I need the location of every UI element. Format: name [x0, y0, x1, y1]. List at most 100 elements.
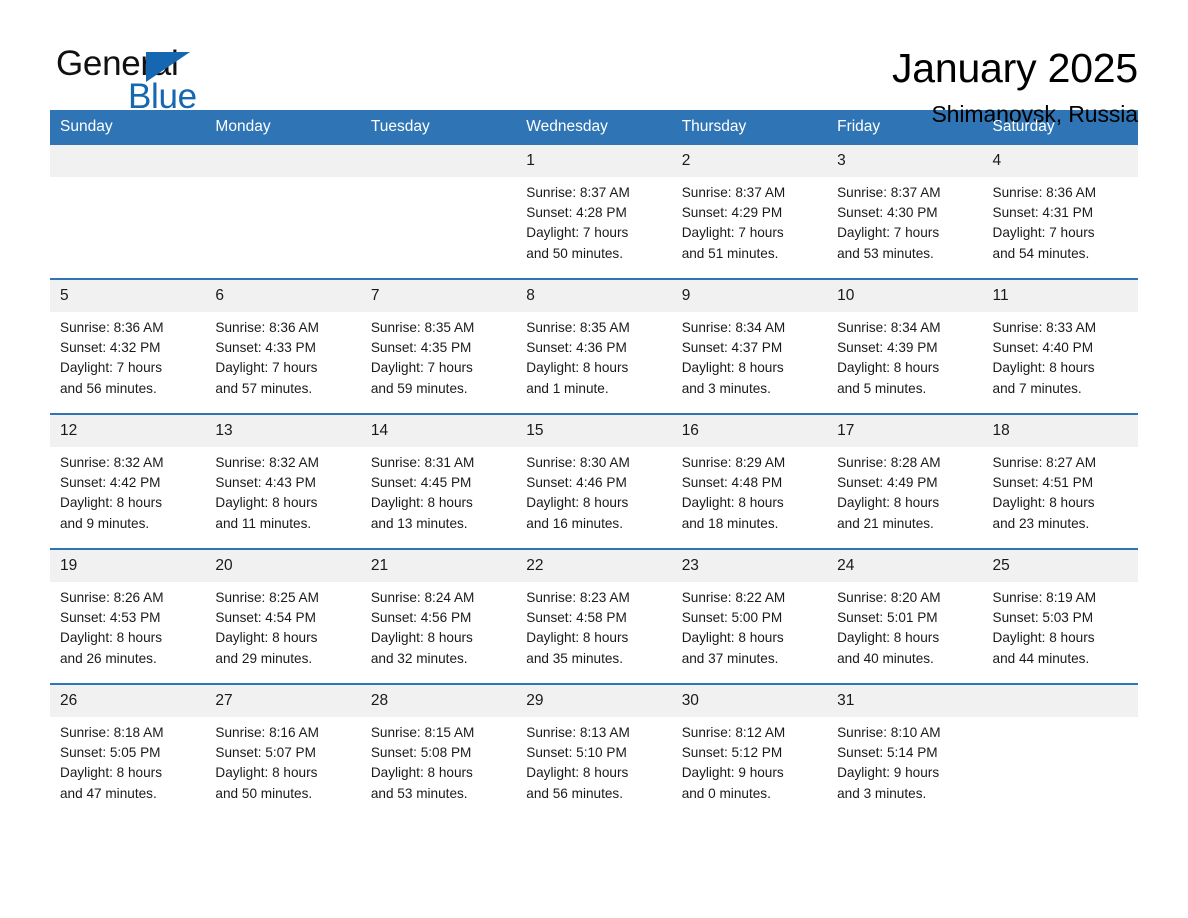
sunset-text: Sunset: 4:56 PM: [370, 610, 472, 626]
calendar-day-cell[interactable]: 6 Sunrise: 8:36 AM Sunset: 4:33 PM Daylight…: [205, 278, 361, 414]
day-number: 29: [516, 685, 672, 717]
calendar-week-row: 1 Sunrise: 8:37 AM Sunset: 4:28 PM Daylight…: [50, 145, 1138, 279]
daylight-text: Daylight: 9 hours: [837, 765, 940, 781]
day-details: Sunrise: 8:36 AM Sunset: 4:31 PM Daylight:…: [983, 177, 1138, 264]
calendar-day-cell[interactable]: 12 Sunrise: 8:32 AM Sunset: 4:42 PM Dayligh…: [50, 413, 206, 549]
daylight-text: Daylight: 7 hours: [370, 360, 473, 376]
daylight-text: Daylight: 8 hours: [526, 765, 629, 781]
day-details: Sunrise: 8:13 AM Sunset: 5:10 PM Daylight:…: [516, 717, 671, 804]
sunset-text: Sunset: 4:49 PM: [837, 475, 938, 491]
daylight-text: Daylight: 8 hours: [526, 630, 629, 646]
calendar-day-cell[interactable]: 22 Sunrise: 8:23 AM Sunset: 4:58 PM Dayligh…: [516, 548, 672, 684]
calendar-day-cell[interactable]: 30 Sunrise: 8:12 AM Sunset: 5:12 PM Dayligh…: [671, 683, 828, 818]
sunset-text: Sunset: 4:58 PM: [526, 610, 627, 626]
calendar-day-cell[interactable]: 24 Sunrise: 8:20 AM Sunset: 5:01 PM Dayligh…: [827, 548, 983, 684]
sunset-text: Sunset: 4:28 PM: [526, 205, 627, 221]
daylight-text: Daylight: 8 hours: [681, 630, 784, 646]
calendar-week-row: 26 Sunrise: 8:18 AM Sunset: 5:05 PM Dayligh…: [50, 683, 1138, 818]
calendar-day-cell[interactable]: 31 Sunrise: 8:10 AM Sunset: 5:14 PM Dayligh…: [827, 683, 983, 818]
day-details: Sunrise: 8:36 AM Sunset: 4:33 PM Daylight:…: [205, 312, 360, 399]
calendar-day-cell[interactable]: 1 Sunrise: 8:37 AM Sunset: 4:28 PM Daylight…: [516, 145, 672, 279]
calendar-day-cell[interactable]: 16 Sunrise: 8:29 AM Sunset: 4:48 PM Dayligh…: [671, 413, 828, 549]
sunset-text: Sunset: 4:43 PM: [215, 475, 316, 491]
daylight-text: and 21 minutes.: [837, 515, 934, 531]
calendar-day-cell[interactable]: 3 Sunrise: 8:37 AM Sunset: 4:30 PM Daylight…: [827, 145, 983, 279]
day-details: Sunrise: 8:29 AM Sunset: 4:48 PM Daylight:…: [672, 447, 827, 534]
day-number: 12: [50, 415, 206, 447]
day-details: Sunrise: 8:20 AM Sunset: 5:01 PM Daylight:…: [827, 582, 982, 669]
sunset-text: Sunset: 5:07 PM: [215, 745, 316, 761]
sunset-text: Sunset: 5:01 PM: [837, 610, 938, 626]
general-blue-logo[interactable]: General Blue: [50, 44, 250, 118]
day-details: Sunrise: 8:32 AM Sunset: 4:43 PM Daylight:…: [205, 447, 360, 534]
daylight-text: and 3 minutes.: [681, 380, 771, 396]
calendar-day-cell[interactable]: 20 Sunrise: 8:25 AM Sunset: 4:54 PM Dayligh…: [205, 548, 361, 684]
calendar-day-cell[interactable]: 13 Sunrise: 8:32 AM Sunset: 4:43 PM Dayligh…: [205, 413, 361, 549]
daylight-text: and 44 minutes.: [992, 650, 1090, 666]
day-number: 30: [671, 685, 828, 717]
calendar-day-cell[interactable]: 7 Sunrise: 8:35 AM Sunset: 4:35 PM Daylight…: [360, 278, 517, 414]
day-details: Sunrise: 8:30 AM Sunset: 4:46 PM Daylight:…: [516, 447, 671, 534]
page-header: General Blue January 2025 Shimanovsk, Ru…: [50, 0, 1138, 127]
day-number: 17: [827, 415, 983, 447]
calendar-day-cell[interactable]: 14 Sunrise: 8:31 AM Sunset: 4:45 PM Dayligh…: [360, 413, 517, 549]
day-details: Sunrise: 8:35 AM Sunset: 4:35 PM Daylight:…: [361, 312, 516, 399]
calendar-day-cell[interactable]: 4 Sunrise: 8:36 AM Sunset: 4:31 PM Daylight…: [982, 145, 1138, 279]
day-number: 5: [50, 280, 206, 312]
sunrise-text: Sunrise: 8:32 AM: [215, 455, 319, 470]
daylight-text: and 56 minutes.: [60, 380, 157, 396]
daylight-text: Daylight: 8 hours: [526, 495, 629, 511]
daylight-text: and 13 minutes.: [370, 515, 468, 531]
daylight-text: and 53 minutes.: [370, 785, 468, 801]
weekday-header-wednesday: Wednesday: [516, 110, 672, 145]
day-details: Sunrise: 8:34 AM Sunset: 4:39 PM Daylight:…: [827, 312, 982, 399]
calendar-day-cell[interactable]: 8 Sunrise: 8:35 AM Sunset: 4:36 PM Daylight…: [516, 278, 672, 414]
daylight-text: Daylight: 8 hours: [526, 360, 629, 376]
day-details: Sunrise: 8:27 AM Sunset: 4:51 PM Daylight:…: [983, 447, 1138, 534]
sunset-text: Sunset: 4:53 PM: [60, 610, 161, 626]
sunset-text: Sunset: 4:29 PM: [681, 205, 783, 221]
sunset-text: Sunset: 5:03 PM: [992, 610, 1094, 626]
logo-text-blue: Blue: [128, 77, 197, 116]
calendar-day-cell[interactable]: 10 Sunrise: 8:34 AM Sunset: 4:39 PM Dayligh…: [827, 278, 983, 414]
calendar-day-cell[interactable]: 19 Sunrise: 8:26 AM Sunset: 4:53 PM Dayligh…: [50, 548, 206, 684]
day-number: 24: [827, 550, 983, 582]
sunrise-text: Sunrise: 8:19 AM: [992, 590, 1097, 605]
calendar-day-cell[interactable]: 25 Sunrise: 8:19 AM Sunset: 5:03 PM Dayligh…: [982, 548, 1138, 684]
sunrise-text: Sunrise: 8:12 AM: [681, 725, 786, 740]
calendar-day-cell[interactable]: 26 Sunrise: 8:18 AM Sunset: 5:05 PM Dayligh…: [50, 683, 206, 818]
day-number: 14: [360, 415, 517, 447]
calendar-day-cell[interactable]: 28 Sunrise: 8:15 AM Sunset: 5:08 PM Dayligh…: [360, 683, 517, 818]
daylight-text: and 47 minutes.: [60, 785, 157, 801]
calendar-day-cell[interactable]: 21 Sunrise: 8:24 AM Sunset: 4:56 PM Dayligh…: [360, 548, 517, 684]
sunrise-text: Sunrise: 8:36 AM: [215, 320, 319, 335]
day-details: Sunrise: 8:33 AM Sunset: 4:40 PM Daylight:…: [983, 312, 1138, 399]
day-number: 19: [50, 550, 206, 582]
calendar-day-cell[interactable]: 15 Sunrise: 8:30 AM Sunset: 4:46 PM Dayligh…: [516, 413, 672, 549]
sunset-text: Sunset: 4:40 PM: [992, 340, 1094, 356]
calendar-day-cell[interactable]: 5 Sunrise: 8:36 AM Sunset: 4:32 PM Daylight…: [50, 278, 206, 414]
sunrise-text: Sunrise: 8:32 AM: [60, 455, 164, 470]
day-number: 13: [205, 415, 361, 447]
calendar-day-cell[interactable]: 23 Sunrise: 8:22 AM Sunset: 5:00 PM Dayligh…: [671, 548, 828, 684]
calendar-day-cell[interactable]: 29 Sunrise: 8:13 AM Sunset: 5:10 PM Dayligh…: [516, 683, 672, 818]
calendar-day-cell[interactable]: 11 Sunrise: 8:33 AM Sunset: 4:40 PM Dayligh…: [982, 278, 1138, 414]
sunrise-text: Sunrise: 8:18 AM: [60, 725, 164, 740]
day-details: Sunrise: 8:37 AM Sunset: 4:30 PM Daylight:…: [827, 177, 982, 264]
daylight-text: Daylight: 8 hours: [215, 630, 318, 646]
calendar-day-cell[interactable]: 27 Sunrise: 8:16 AM Sunset: 5:07 PM Dayligh…: [205, 683, 361, 818]
day-details: Sunrise: 8:15 AM Sunset: 5:08 PM Daylight:…: [361, 717, 516, 804]
day-number: 15: [516, 415, 672, 447]
daylight-text: and 1 minute.: [526, 380, 609, 396]
sunset-text: Sunset: 4:35 PM: [370, 340, 472, 356]
daylight-text: Daylight: 8 hours: [370, 630, 473, 646]
daylight-text: Daylight: 7 hours: [837, 225, 940, 241]
calendar-day-cell[interactable]: 17 Sunrise: 8:28 AM Sunset: 4:49 PM Dayligh…: [827, 413, 983, 549]
daylight-text: Daylight: 8 hours: [992, 360, 1095, 376]
sunrise-text: Sunrise: 8:36 AM: [60, 320, 164, 335]
daylight-text: and 18 minutes.: [681, 515, 779, 531]
day-details: Sunrise: 8:25 AM Sunset: 4:54 PM Daylight:…: [205, 582, 360, 669]
calendar-day-cell[interactable]: 18 Sunrise: 8:27 AM Sunset: 4:51 PM Dayligh…: [982, 413, 1138, 549]
calendar-day-cell[interactable]: 9 Sunrise: 8:34 AM Sunset: 4:37 PM Daylight…: [671, 278, 828, 414]
calendar-day-cell[interactable]: 2 Sunrise: 8:37 AM Sunset: 4:29 PM Daylight…: [671, 145, 828, 279]
